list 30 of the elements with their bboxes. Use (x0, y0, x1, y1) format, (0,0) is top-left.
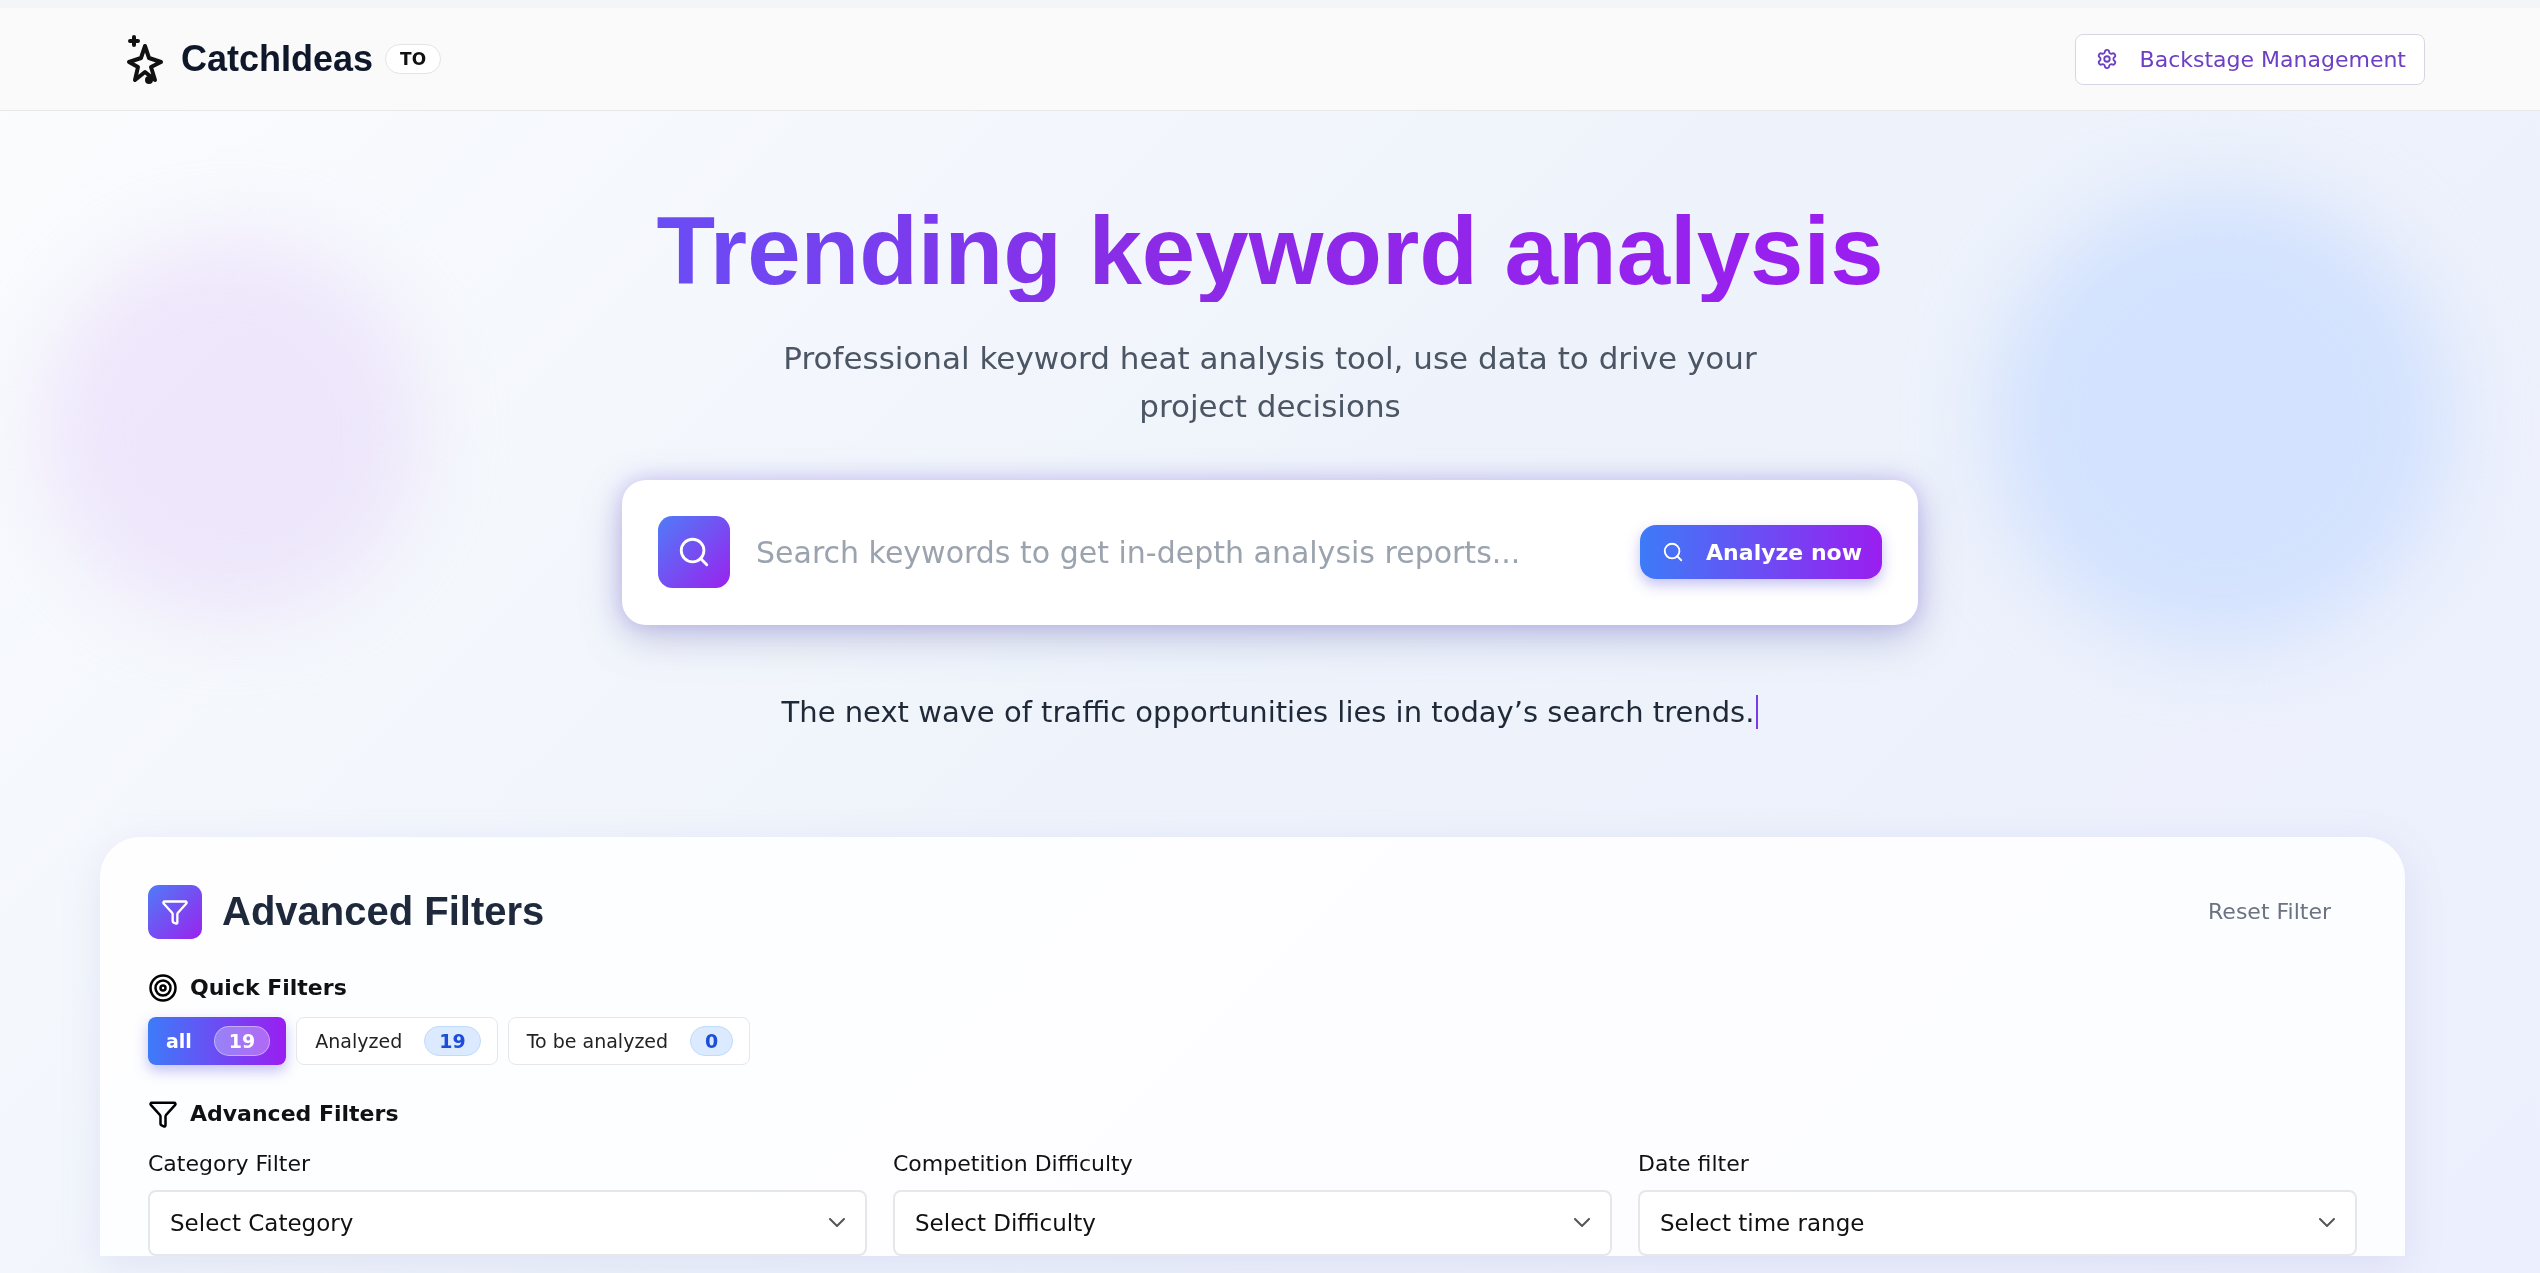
backstage-management-button[interactable]: Backstage Management (2074, 33, 2425, 85)
subtitle: Professional keyword heat analysis tool, use data to drive your project decisions (782, 338, 1758, 426)
search-icon (658, 516, 730, 589)
count-badge: 19 (424, 1025, 481, 1056)
reset-filter-button[interactable]: Reset Filter (2202, 898, 2337, 926)
quick-filter-chip[interactable]: all 19 (148, 1016, 287, 1065)
chevron-down-icon (2319, 1218, 2335, 1228)
dropdown-field[interactable]: Select Difficulty (893, 1189, 1612, 1256)
chevron-down-icon (1574, 1218, 1590, 1228)
quick-filter-chip[interactable]: Analyzed 19 (296, 1016, 498, 1065)
count-badge: 0 (690, 1025, 734, 1056)
field-label: Category Filter (148, 1150, 311, 1176)
settings-icon (2095, 48, 2118, 70)
section-title: Advanced Filters (190, 1101, 399, 1127)
count-badge: 19 (213, 1025, 271, 1056)
brand-badge: TO (385, 44, 442, 74)
section-title: Quick Filters (190, 975, 347, 1001)
dropdown-field[interactable]: Select Category (148, 1189, 867, 1256)
target-icon (148, 972, 178, 1003)
search-icon (1662, 541, 1685, 564)
field-label: Competition Difficulty (893, 1150, 1134, 1176)
analyze-button[interactable]: Analyze now (1640, 525, 1882, 580)
tagline: The next wave of traffic opportunities lies in today’s search trends. (781, 694, 1759, 729)
filter-icon (148, 884, 202, 939)
brand-name: CatchIdeas (181, 38, 374, 80)
chevron-down-icon (829, 1218, 845, 1228)
dropdown-field[interactable]: Select time range (1638, 1189, 2357, 1256)
quick-filter-chip[interactable]: To be analyzed 0 (507, 1016, 751, 1065)
field-label: Date filter (1638, 1150, 1750, 1176)
card-title: Advanced Filters (222, 889, 545, 935)
